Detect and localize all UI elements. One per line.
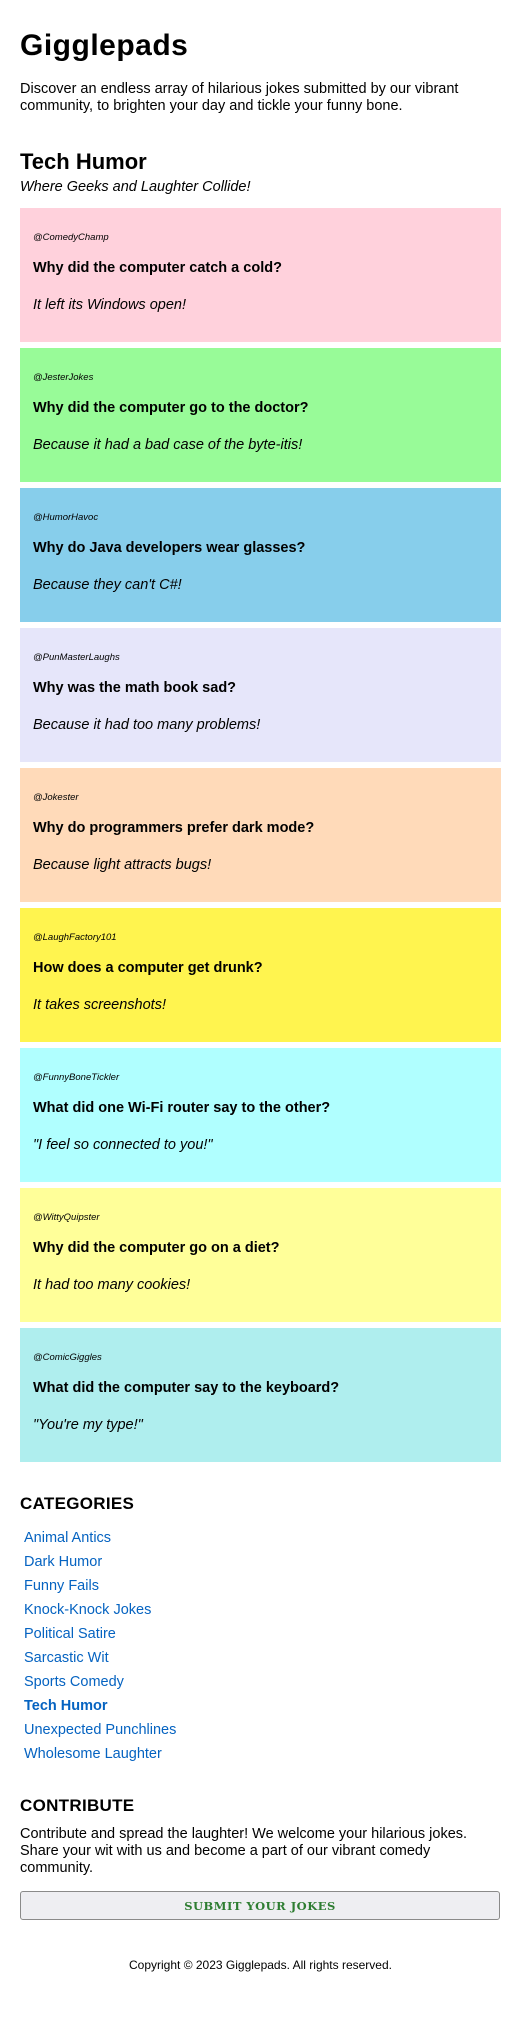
category-link-unexpected-punchlines[interactable]: Unexpected Punchlines bbox=[24, 1722, 176, 1738]
categories-heading: CATEGORIES bbox=[20, 1494, 135, 1513]
joke-question: Why do programmers prefer dark mode? bbox=[33, 820, 315, 836]
joke-card: @HumorHavoc Why do Java developers wear g… bbox=[20, 488, 501, 622]
joke-question: What did one Wi-Fi router say to the oth… bbox=[33, 1100, 331, 1116]
joke-card: @JesterJokes Why did the computer go to t… bbox=[20, 348, 501, 482]
joke-card: @ComicGiggles What did the computer say t… bbox=[20, 1328, 501, 1462]
joke-answer: It takes screenshots! bbox=[33, 997, 166, 1013]
joke-author: @ComicGiggles bbox=[33, 1352, 102, 1363]
joke-author: @WittyQuipster bbox=[33, 1212, 100, 1223]
category-item: Sarcastic Wit bbox=[24, 1646, 501, 1670]
joke-question: What did the computer say to the keyboar… bbox=[33, 1380, 340, 1396]
category-link-dark-humor[interactable]: Dark Humor bbox=[24, 1554, 102, 1570]
joke-author: @ComedyChamp bbox=[33, 232, 109, 243]
joke-list: @ComedyChamp Why did the computer catch a… bbox=[20, 208, 501, 1462]
joke-answer: Because light attracts bugs! bbox=[33, 857, 212, 873]
categories-section: CATEGORIES Animal Antics Dark Humor Funny … bbox=[20, 1494, 501, 1766]
joke-answer: "I feel so connected to you!" bbox=[33, 1137, 213, 1153]
joke-question: Why was the math book sad? bbox=[33, 680, 237, 696]
joke-author: @JesterJokes bbox=[33, 372, 94, 383]
joke-author: @PunMasterLaughs bbox=[33, 652, 120, 663]
category-item: Knock-Knock Jokes bbox=[24, 1598, 501, 1622]
section-tagline: Where Geeks and Laughter Collide! bbox=[20, 179, 251, 195]
category-item: Animal Antics bbox=[24, 1526, 501, 1550]
category-link-sarcastic-wit[interactable]: Sarcastic Wit bbox=[24, 1650, 109, 1666]
joke-question: How does a computer get drunk? bbox=[33, 960, 263, 976]
category-item: Dark Humor bbox=[24, 1550, 501, 1574]
joke-author: @FunnyBoneTickler bbox=[33, 1072, 120, 1083]
joke-question: Why did the computer go on a diet? bbox=[33, 1240, 280, 1256]
category-link-tech-humor[interactable]: Tech Humor bbox=[24, 1698, 108, 1714]
joke-card: @FunnyBoneTickler What did one Wi-Fi rout… bbox=[20, 1048, 501, 1182]
joke-author: @HumorHavoc bbox=[33, 512, 99, 523]
joke-question: Why did the computer catch a cold? bbox=[33, 260, 282, 276]
joke-question: Why do Java developers wear glasses? bbox=[33, 540, 306, 556]
category-link-animal-antics[interactable]: Animal Antics bbox=[24, 1530, 111, 1546]
category-link-wholesome-laughter[interactable]: Wholesome Laughter bbox=[24, 1746, 162, 1762]
joke-answer: "You're my type!" bbox=[33, 1417, 143, 1433]
joke-answer: It left its Windows open! bbox=[33, 297, 186, 313]
joke-card: @LaughFactory101 How does a computer get … bbox=[20, 908, 501, 1042]
category-item: Sports Comedy bbox=[24, 1670, 501, 1694]
joke-answer: It had too many cookies! bbox=[33, 1277, 191, 1293]
category-item: Unexpected Punchlines bbox=[24, 1718, 501, 1742]
joke-card: @WittyQuipster Why did the computer go on… bbox=[20, 1188, 501, 1322]
section-title: Tech Humor bbox=[20, 149, 147, 174]
joke-answer: Because it had a bad case of the byte-it… bbox=[33, 437, 303, 453]
site-title: Gigglepads bbox=[20, 29, 189, 62]
category-link-sports-comedy[interactable]: Sports Comedy bbox=[24, 1674, 124, 1690]
category-link-political-satire[interactable]: Political Satire bbox=[24, 1626, 116, 1642]
joke-card: @ComedyChamp Why did the computer catch a… bbox=[20, 208, 501, 342]
category-link-knock-knock-jokes[interactable]: Knock-Knock Jokes bbox=[24, 1602, 151, 1618]
footer-copyright: Copyright © 2023 Gigglepads. All rights … bbox=[129, 1958, 392, 1972]
category-link-funny-fails[interactable]: Funny Fails bbox=[24, 1578, 99, 1594]
joke-author: @LaughFactory101 bbox=[33, 932, 117, 943]
joke-card: @Jokester Why do programmers prefer dark … bbox=[20, 768, 501, 902]
joke-question: Why did the computer go to the doctor? bbox=[33, 400, 309, 416]
category-item: Political Satire bbox=[24, 1622, 501, 1646]
category-list: Animal Antics Dark Humor Funny Fails Knock-… bbox=[20, 1526, 501, 1766]
contribute-text: Contribute and spread the laughter! We w… bbox=[20, 1826, 468, 1876]
category-item: Funny Fails bbox=[24, 1574, 501, 1598]
joke-author: @Jokester bbox=[33, 792, 79, 803]
intro-text: Discover an endless array of hilarious j… bbox=[20, 81, 459, 114]
joke-answer: Because they can't C#! bbox=[33, 577, 182, 593]
contribute-section: CONTRIBUTE Contribute and spread the lau… bbox=[20, 1796, 501, 1920]
category-item: Wholesome Laughter bbox=[24, 1742, 501, 1766]
category-item: Tech Humor bbox=[24, 1694, 501, 1718]
submit-jokes-button[interactable]: SUBMIT YOUR JOKES bbox=[20, 1891, 500, 1920]
joke-answer: Because it had too many problems! bbox=[33, 717, 261, 733]
joke-card: @PunMasterLaughs Why was the math book sa… bbox=[20, 628, 501, 762]
page: Gigglepads Discover an endless array of … bbox=[0, 0, 521, 1972]
contribute-heading: CONTRIBUTE bbox=[20, 1796, 135, 1815]
